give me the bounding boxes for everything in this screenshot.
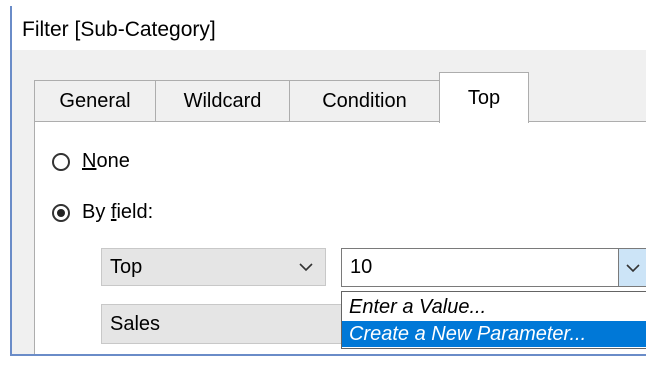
dropdown-item-enter-value[interactable]: Enter a Value... (342, 294, 646, 320)
dropdown-item-create-parameter[interactable]: Create a New Parameter... (342, 321, 646, 347)
count-dropdown-list: Enter a Value... Create a New Parameter.… (341, 291, 646, 349)
dropdown-item-create-parameter-label: Create a New Parameter... (349, 322, 587, 345)
window-border-bottom (10, 354, 646, 356)
field-select-value: Sales (110, 312, 161, 335)
tab-general[interactable]: General (34, 80, 156, 122)
tab-general-label: General (59, 90, 131, 112)
count-combobox[interactable]: 10 (341, 248, 646, 287)
tab-wildcard-label: Wildcard (183, 90, 262, 112)
field-select[interactable]: Sales (101, 304, 351, 344)
radio-none[interactable]: None (52, 150, 130, 173)
chevron-down-icon (625, 263, 640, 272)
tab-top[interactable]: Top (439, 72, 529, 123)
tab-top-label: Top (467, 86, 501, 109)
radio-by-field-indicator[interactable] (52, 203, 70, 222)
count-dropdown-button[interactable] (618, 249, 646, 286)
radio-by-field[interactable]: By field: (52, 201, 153, 224)
radio-none-indicator[interactable] (52, 152, 70, 171)
chevron-down-icon (299, 263, 313, 272)
count-combobox-value[interactable]: 10 (342, 256, 646, 279)
direction-select-value: Top (110, 255, 143, 278)
tab-condition-label: Condition (322, 90, 407, 112)
radio-by-field-label: By field: (82, 201, 154, 223)
title-bar: Filter [Sub-Category] (10, 6, 646, 50)
window-border-left (10, 6, 12, 356)
tab-wildcard[interactable]: Wildcard (155, 80, 290, 122)
dialog-title: Filter [Sub-Category] (22, 18, 216, 41)
radio-none-label: None (82, 150, 130, 172)
dropdown-item-enter-value-label: Enter a Value... (349, 295, 487, 318)
tab-condition[interactable]: Condition (289, 80, 440, 122)
direction-select[interactable]: Top (101, 248, 326, 286)
